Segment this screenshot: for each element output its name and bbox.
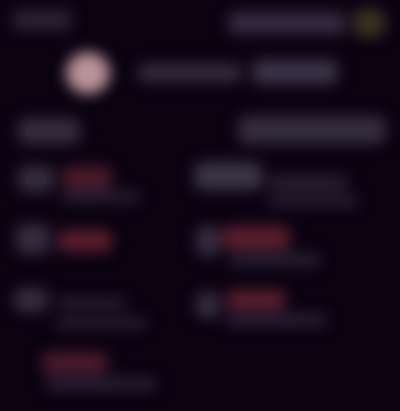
list-item-sublabel — [62, 192, 140, 202]
list-item-sublabel — [56, 318, 146, 328]
header-left-block — [12, 10, 72, 30]
card-title-block[interactable] — [226, 290, 286, 310]
header-right-block[interactable] — [228, 12, 346, 34]
list-item-label[interactable] — [58, 230, 112, 252]
blurred-screen — [0, 0, 400, 411]
item-icon — [196, 226, 220, 256]
list-item-label[interactable] — [56, 298, 126, 308]
section-header-right — [238, 116, 386, 144]
list-item-label[interactable] — [62, 166, 112, 190]
card-line-block — [268, 176, 348, 190]
card-title-block[interactable] — [194, 162, 262, 190]
list-item-label[interactable] — [42, 352, 108, 374]
list-item-sublabel — [46, 378, 156, 390]
section-header-left — [18, 118, 80, 144]
card-line-block — [226, 314, 326, 326]
avatar[interactable] — [66, 52, 110, 94]
item-icon — [18, 166, 54, 192]
profile-name-block — [138, 64, 242, 82]
settings-icon[interactable] — [352, 8, 386, 38]
profile-meta-block — [252, 60, 338, 84]
item-icon — [196, 292, 220, 318]
card-title-block[interactable] — [222, 226, 290, 250]
card-line-block — [230, 254, 320, 266]
item-icon — [14, 288, 48, 312]
card-line-block — [268, 196, 358, 206]
item-icon — [16, 224, 50, 254]
